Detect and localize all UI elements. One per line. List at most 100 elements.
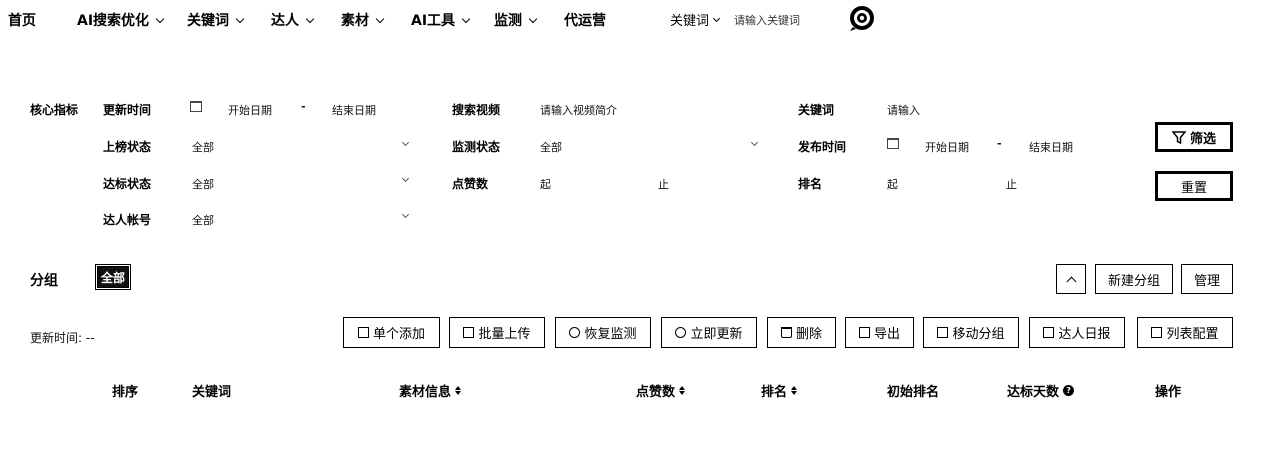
nav-item-label: AI工具 bbox=[411, 13, 456, 29]
label-text: 达标状态 bbox=[103, 177, 152, 191]
chevron-down-icon bbox=[155, 14, 165, 23]
filter-button[interactable]: 筛选 bbox=[1155, 122, 1233, 152]
nav-item-label: 首页 bbox=[8, 13, 36, 29]
button-label: 单个添加 bbox=[372, 327, 425, 342]
nav-item-influencers[interactable]: 达人 bbox=[271, 10, 317, 30]
column-header: 排序 bbox=[112, 381, 138, 400]
column-header: 操作 bbox=[1155, 381, 1181, 400]
manage-button[interactable]: 管理 bbox=[1181, 264, 1233, 294]
update-time-text: 更新时间: -- bbox=[30, 331, 95, 345]
likes-from-input[interactable]: 起 bbox=[540, 176, 551, 192]
column-header-sortable[interactable]: 素材信息 bbox=[399, 381, 462, 400]
column-header: 关键词 bbox=[192, 381, 231, 400]
button-label: 列表配置 bbox=[1166, 327, 1219, 342]
button-label: 导出 bbox=[873, 327, 900, 342]
button-label: 恢复监测 bbox=[584, 327, 637, 342]
collapse-button[interactable] bbox=[1056, 264, 1086, 294]
label-text: 监测状态 bbox=[452, 140, 501, 154]
chevron-down-icon bbox=[528, 14, 538, 23]
reach-status-select[interactable]: 全部 bbox=[192, 176, 214, 192]
logo-icon[interactable] bbox=[846, 4, 878, 32]
rank-from-input[interactable]: 起 bbox=[887, 176, 898, 192]
influencer-daily-button[interactable]: 达人日报 bbox=[1029, 317, 1125, 348]
move-icon bbox=[937, 327, 949, 338]
update-time-label: 更新时间 bbox=[103, 101, 173, 118]
influencer-account-label: 达人帐号 bbox=[103, 211, 173, 228]
chevron-down-icon bbox=[750, 138, 759, 147]
add-single-button[interactable]: 单个添加 bbox=[343, 317, 440, 348]
nav-item-home[interactable]: 首页 bbox=[8, 10, 36, 30]
column-header-label: 操作 bbox=[1155, 385, 1182, 400]
section-title: 核心指标 bbox=[30, 103, 79, 117]
calendar-icon bbox=[190, 101, 202, 112]
nav-item-monitor[interactable]: 监测 bbox=[494, 10, 540, 30]
search-video-input[interactable]: 请输入视频简介 bbox=[540, 102, 617, 118]
chevron-down-icon bbox=[461, 14, 471, 23]
sort-icon bbox=[679, 386, 686, 395]
group-label-text: 分组 bbox=[30, 273, 58, 289]
nav-item-materials[interactable]: 素材 bbox=[341, 10, 387, 30]
label-text: 更新时间 bbox=[103, 103, 152, 117]
chevron-up-icon bbox=[1066, 276, 1076, 286]
nav-item-agency[interactable]: 代运营 bbox=[564, 10, 606, 30]
date-separator: - bbox=[301, 100, 306, 113]
column-header-label: 素材信息 bbox=[399, 385, 452, 400]
export-icon bbox=[858, 327, 870, 338]
top-nav: 首页 AI搜索优化 关键词 达人 素材 AI工具 监测 代运营 关键词 请输入关… bbox=[0, 0, 1280, 36]
keyword-input[interactable]: 请输入 bbox=[887, 102, 920, 118]
list-config-button[interactable]: 列表配置 bbox=[1137, 317, 1233, 348]
reset-button[interactable]: 重置 bbox=[1155, 171, 1233, 201]
nav-item-keywords[interactable]: 关键词 bbox=[187, 10, 247, 30]
influencer-account-select[interactable]: 全部 bbox=[192, 212, 214, 228]
button-label: 立即更新 bbox=[690, 327, 743, 342]
nav-item-ai-tools[interactable]: AI工具 bbox=[411, 10, 473, 30]
column-header-label: 点赞数 bbox=[636, 385, 676, 400]
monitor-status-select[interactable]: 全部 bbox=[540, 139, 562, 155]
button-label: 批量上传 bbox=[478, 327, 531, 342]
chevron-down-icon bbox=[712, 14, 721, 22]
refresh-icon bbox=[675, 327, 687, 338]
new-group-button[interactable]: 新建分组 bbox=[1095, 264, 1173, 294]
export-button[interactable]: 导出 bbox=[845, 317, 914, 348]
nav-item-label: 代运营 bbox=[564, 13, 606, 29]
help-icon[interactable]: ? bbox=[1063, 385, 1075, 396]
restore-monitor-button[interactable]: 恢复监测 bbox=[555, 317, 651, 348]
rank-to-input[interactable]: 止 bbox=[1006, 176, 1017, 192]
list-status-select[interactable]: 全部 bbox=[192, 139, 214, 155]
label-text: 点赞数 bbox=[452, 177, 489, 191]
update-now-button[interactable]: 立即更新 bbox=[661, 317, 757, 348]
keyword-label: 关键词 bbox=[798, 101, 868, 118]
column-header-sortable[interactable]: 排名 bbox=[761, 381, 798, 400]
nav-item-ai-search[interactable]: AI搜索优化 bbox=[77, 10, 167, 30]
publish-time-end[interactable]: 结束日期 bbox=[1029, 139, 1073, 155]
batch-upload-button[interactable]: 批量上传 bbox=[449, 317, 545, 348]
update-time-start[interactable]: 开始日期 bbox=[228, 102, 272, 118]
publish-time-label: 发布时间 bbox=[798, 138, 868, 155]
nav-item-label: 监测 bbox=[494, 13, 522, 29]
column-header-sortable[interactable]: 点赞数 bbox=[636, 381, 686, 400]
move-group-button[interactable]: 移动分组 bbox=[923, 317, 1019, 348]
delete-button[interactable]: 删除 bbox=[767, 317, 836, 348]
search-input[interactable]: 请输入关键词 bbox=[734, 12, 800, 28]
search-type-label: 关键词 bbox=[670, 14, 710, 29]
publish-time-start[interactable]: 开始日期 bbox=[925, 139, 969, 155]
button-label: 达人日报 bbox=[1058, 327, 1111, 342]
button-label: 移动分组 bbox=[952, 327, 1005, 342]
label-text: 达人帐号 bbox=[103, 213, 152, 227]
list-status-label: 上榜状态 bbox=[103, 138, 173, 155]
monitor-status-label: 监测状态 bbox=[452, 138, 522, 155]
chevron-down-icon bbox=[305, 14, 315, 23]
upload-icon bbox=[357, 327, 369, 338]
chevron-down-icon bbox=[401, 210, 410, 219]
group-label: 分组 bbox=[30, 270, 58, 290]
label-text: 上榜状态 bbox=[103, 140, 152, 154]
label-text: 发布时间 bbox=[798, 140, 847, 154]
column-header-label: 达标天数 bbox=[1007, 385, 1060, 400]
search-type-select[interactable]: 关键词 bbox=[670, 10, 723, 29]
calendar-icon bbox=[887, 138, 899, 149]
group-chip-all[interactable]: 全部 bbox=[94, 264, 132, 290]
chevron-down-icon bbox=[235, 14, 245, 23]
update-time-end[interactable]: 结束日期 bbox=[332, 102, 376, 118]
sort-icon bbox=[791, 386, 798, 395]
likes-to-input[interactable]: 止 bbox=[658, 176, 669, 192]
